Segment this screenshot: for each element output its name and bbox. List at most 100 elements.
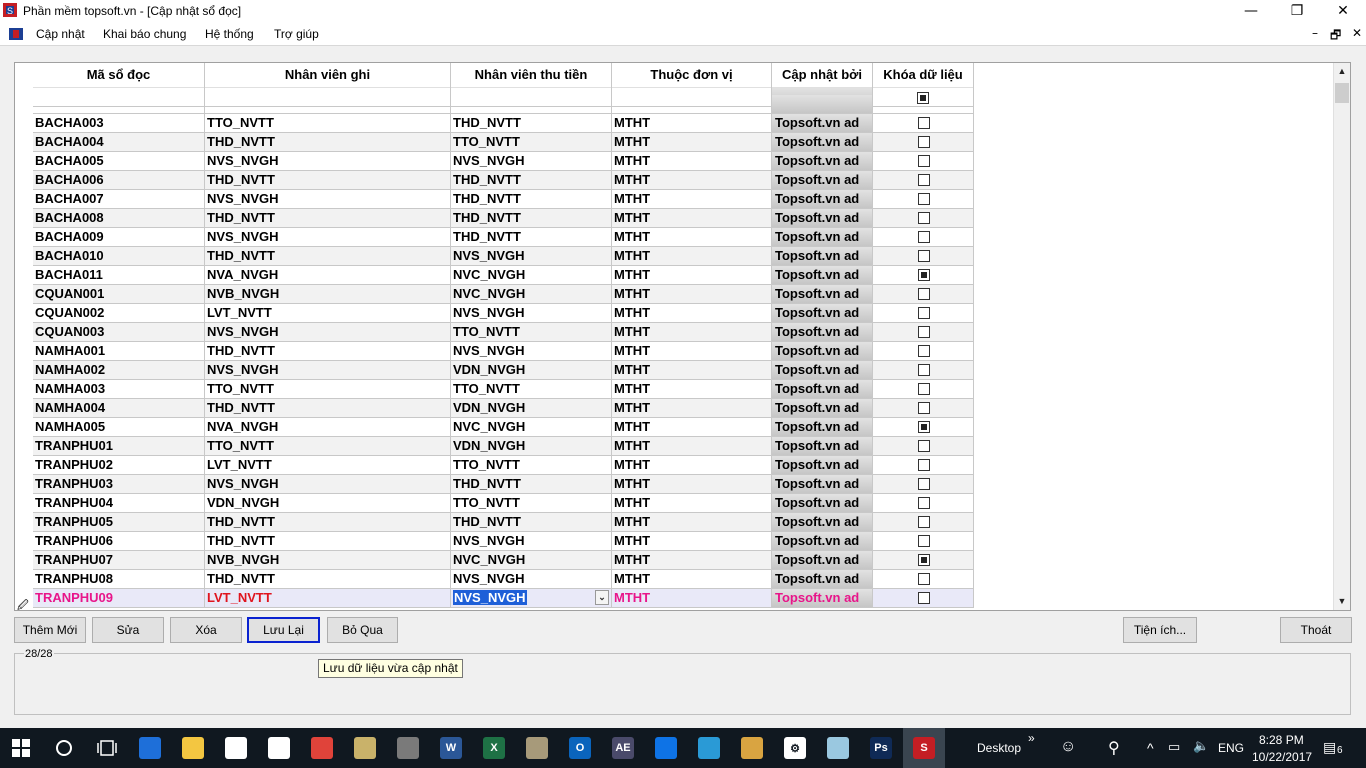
add-new-button[interactable]: Thêm Mới [14,617,86,643]
skip-button[interactable]: Bỏ Qua [327,617,398,643]
scroll-down-icon[interactable]: ▼ [1334,593,1350,610]
cell-cap-nhat-boi[interactable]: Topsoft.vn ad [772,456,873,475]
cell-nhan-vien-ghi[interactable]: THD_NVTT [205,570,451,589]
cell-khoa-du-lieu[interactable] [873,361,974,380]
cell-nhan-vien-thu-tien[interactable]: NVC_NVGH [451,551,612,570]
cell-nhan-vien-ghi[interactable]: NVS_NVGH [205,323,451,342]
edit-value[interactable]: NVS_NVGH [453,590,527,605]
cell-nhan-vien-ghi[interactable]: LVT_NVTT [205,456,451,475]
cell-cap-nhat-boi[interactable]: Topsoft.vn ad [772,532,873,551]
cell-khoa-du-lieu[interactable] [873,456,974,475]
lock-checkbox[interactable] [918,497,930,509]
cell-khoa-du-lieu[interactable] [873,513,974,532]
app-taskbar-button[interactable] [688,728,730,768]
table-row[interactable]: CQUAN002 LVT_NVTT NVS_NVGH MTHT Topsoft.vn a… [33,304,974,323]
cell-ma-so-doc[interactable]: TRANPHU05 [33,513,205,532]
exit-button[interactable]: Thoát [1280,617,1352,643]
show-hidden-icons-icon[interactable]: ^ [1147,740,1154,756]
cell-khoa-du-lieu[interactable] [873,171,974,190]
cell-thuoc-don-vi[interactable]: MTHT [612,551,772,570]
table-row[interactable]: NAMHA001 THD_NVTT NVS_NVGH MTHT Topsoft.vn a… [33,342,974,361]
restore-button[interactable]: ❐ [1274,0,1320,22]
lock-checkbox[interactable] [918,231,930,243]
cell-ma-so-doc[interactable]: TRANPHU06 [33,532,205,551]
mdi-close-button[interactable]: ✕ [1352,26,1362,40]
cell-khoa-du-lieu[interactable] [873,418,974,437]
chrome-taskbar-button[interactable] [301,728,343,768]
cortana-icon[interactable]: ⚲ [1108,738,1120,758]
edit-button[interactable]: Sửa [92,617,164,643]
cell-nhan-vien-ghi[interactable]: THD_NVTT [205,247,451,266]
cell-cap-nhat-boi[interactable]: Topsoft.vn ad [772,266,873,285]
table-row[interactable]: BACHA011 NVA_NVGH NVC_NVGH MTHT Topsoft.vn a… [33,266,974,285]
network-icon[interactable]: ▭ [1168,739,1180,755]
cell-ma-so-doc[interactable]: BACHA007 [33,190,205,209]
clock-time[interactable]: 8:28 PM [1259,733,1304,747]
cell-nhan-vien-ghi[interactable]: THD_NVTT [205,342,451,361]
cell-khoa-du-lieu[interactable] [873,228,974,247]
cell-nhan-vien-thu-tien[interactable]: TTO_NVTT [451,133,612,152]
close-button[interactable]: ✕ [1320,0,1366,22]
scroll-up-icon[interactable]: ▲ [1334,63,1350,80]
table-row[interactable]: NAMHA004 THD_NVTT VDN_NVGH MTHT Topsoft.vn a… [33,399,974,418]
table-row[interactable]: BACHA006 THD_NVTT THD_NVTT MTHT Topsoft.vn a… [33,171,974,190]
cell-thuoc-don-vi[interactable]: MTHT [612,304,772,323]
lock-checkbox[interactable] [918,478,930,490]
cell-nhan-vien-ghi[interactable]: TTO_NVTT [205,437,451,456]
cell-thuoc-don-vi[interactable]: MTHT [612,133,772,152]
cell-thuoc-don-vi[interactable]: MTHT [612,285,772,304]
table-row[interactable]: TRANPHU08 THD_NVTT NVS_NVGH MTHT Topsoft.vn … [33,570,974,589]
cell-nhan-vien-ghi[interactable]: LVT_NVTT [205,589,451,608]
mail-taskbar-button[interactable] [258,728,300,768]
cell-ma-so-doc[interactable]: TRANPHU01 [33,437,205,456]
cell-cap-nhat-boi[interactable]: Topsoft.vn ad [772,399,873,418]
cell-thuoc-don-vi[interactable]: MTHT [612,456,772,475]
cell-nhan-vien-thu-tien[interactable]: THD_NVTT [451,209,612,228]
cell-thuoc-don-vi[interactable]: MTHT [612,247,772,266]
cell-thuoc-don-vi[interactable]: MTHT [612,437,772,456]
cell-cap-nhat-boi[interactable]: Topsoft.vn ad [772,380,873,399]
settings-taskbar-button[interactable]: ⚙ [774,728,816,768]
cell-nhan-vien-ghi[interactable]: LVT_NVTT [205,304,451,323]
delete-button[interactable]: Xóa [170,617,242,643]
cell-nhan-vien-ghi[interactable]: NVS_NVGH [205,361,451,380]
cell-nhan-vien-thu-tien[interactable]: THD_NVTT [451,190,612,209]
task-view-taskbar-button[interactable] [86,728,128,768]
cell-cap-nhat-boi[interactable]: Topsoft.vn ad [772,247,873,266]
app2-taskbar-button[interactable] [817,728,859,768]
notifications-icon[interactable]: ▤ [1323,739,1336,756]
cell-nhan-vien-ghi[interactable]: NVB_NVGH [205,285,451,304]
cell-ma-so-doc[interactable]: CQUAN003 [33,323,205,342]
outlook-taskbar-button[interactable]: O [559,728,601,768]
lock-checkbox[interactable] [918,250,930,262]
cell-khoa-du-lieu[interactable] [873,266,974,285]
cell-khoa-du-lieu[interactable] [873,532,974,551]
cell-khoa-du-lieu[interactable] [873,437,974,456]
cell-khoa-du-lieu[interactable] [873,551,974,570]
cell-khoa-du-lieu[interactable] [873,152,974,171]
cell-khoa-du-lieu[interactable] [873,494,974,513]
start-taskbar-button[interactable] [0,728,42,768]
tools-taskbar-button[interactable] [344,728,386,768]
cell-nhan-vien-thu-tien[interactable]: NVS_NVGH [451,342,612,361]
cell-khoa-du-lieu[interactable] [873,475,974,494]
cell-nhan-vien-thu-tien[interactable]: NVS_NVGH [451,304,612,323]
cell-ma-so-doc[interactable]: NAMHA004 [33,399,205,418]
cell-ma-so-doc[interactable]: CQUAN002 [33,304,205,323]
scroll-thumb[interactable] [1335,83,1349,103]
cell-ma-so-doc[interactable]: BACHA006 [33,171,205,190]
cell-thuoc-don-vi[interactable]: MTHT [612,589,772,608]
cell-cap-nhat-boi[interactable]: Topsoft.vn ad [772,152,873,171]
cell-ma-so-doc[interactable]: BACHA004 [33,133,205,152]
lock-checkbox[interactable] [918,364,930,376]
notifications-count[interactable]: 6 [1337,745,1343,756]
cell-thuoc-don-vi[interactable]: MTHT [612,152,772,171]
cell-nhan-vien-ghi[interactable]: NVS_NVGH [205,152,451,171]
cell-ma-so-doc[interactable]: NAMHA005 [33,418,205,437]
cell-khoa-du-lieu[interactable] [873,589,974,608]
table-row[interactable]: CQUAN003 NVS_NVGH TTO_NVTT MTHT Topsoft.vn a… [33,323,974,342]
table-row[interactable]: BACHA004 THD_NVTT TTO_NVTT MTHT Topsoft.vn a… [33,133,974,152]
data-grid[interactable]: Mã sổ đọc Nhân viên ghi Nhân viên thu ti… [14,62,1351,611]
lock-checkbox[interactable] [918,383,930,395]
cell-nhan-vien-ghi[interactable]: NVS_NVGH [205,475,451,494]
